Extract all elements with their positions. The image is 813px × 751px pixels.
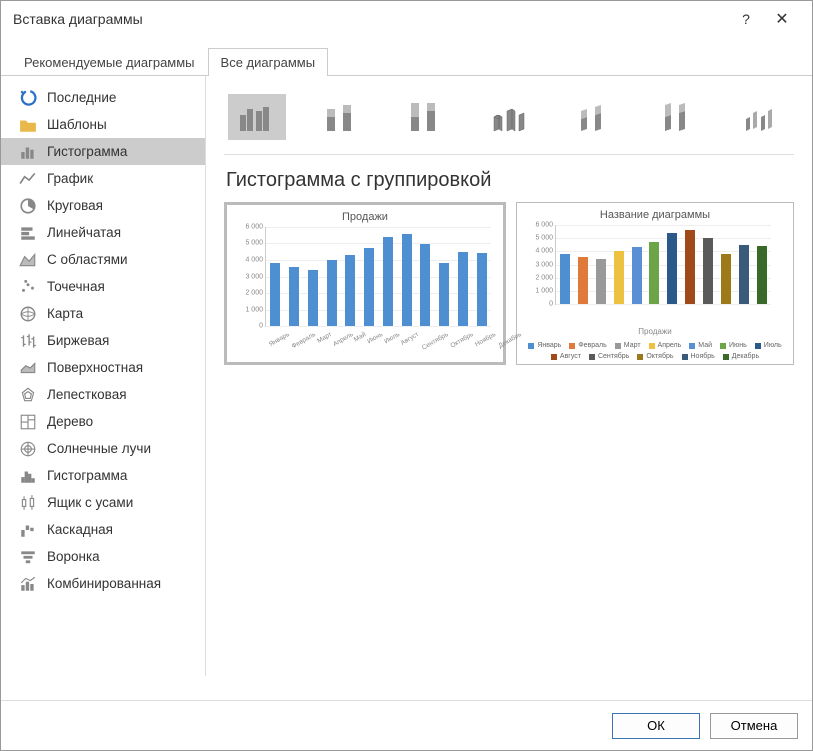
sidebar-label: Ящик с усами [47, 495, 133, 510]
sidebar-item-map[interactable]: Карта [1, 300, 205, 327]
sidebar-item-waterfall[interactable]: Каскадная [1, 516, 205, 543]
sidebar-item-templates[interactable]: Шаблоны [1, 111, 205, 138]
map-chart-icon [19, 305, 37, 323]
subtype-100-stacked-column[interactable] [396, 94, 454, 140]
waterfall-chart-icon [19, 521, 37, 539]
subtype-3d-100-stacked-column[interactable] [648, 94, 706, 140]
sidebar-item-area[interactable]: С областями [1, 246, 205, 273]
subtype-row [224, 88, 794, 155]
chart-previews: Продажи 01 0002 0003 0004 0005 0006 000Я… [224, 202, 794, 365]
subtype-3d-clustered-column[interactable] [480, 94, 538, 140]
sidebar-label: Дерево [47, 414, 93, 429]
sidebar-item-sunburst[interactable]: Солнечные лучи [1, 435, 205, 462]
ok-button[interactable]: ОК [612, 713, 700, 739]
tab-recommended[interactable]: Рекомендуемые диаграммы [11, 48, 208, 76]
sidebar-item-column[interactable]: Гистограмма [1, 138, 205, 165]
sidebar-item-combo[interactable]: Комбинированная [1, 570, 205, 597]
combo-chart-icon [19, 575, 37, 593]
sidebar-item-recent[interactable]: Последние [1, 84, 205, 111]
surface-chart-icon [19, 359, 37, 377]
folder-icon [19, 116, 37, 134]
scatter-chart-icon [19, 278, 37, 296]
funnel-chart-icon [19, 548, 37, 566]
tab-bar: Рекомендуемые диаграммы Все диаграммы [1, 47, 812, 76]
preview-title: Название диаграммы [525, 209, 785, 221]
subtype-clustered-column[interactable] [228, 94, 286, 140]
sidebar: Последние Шаблоны Гистограмма График Кру… [1, 76, 206, 676]
sidebar-item-scatter[interactable]: Точечная [1, 273, 205, 300]
boxwhisker-chart-icon [19, 494, 37, 512]
sidebar-label: График [47, 171, 93, 186]
sidebar-label: Гистограмма [47, 468, 127, 483]
sidebar-item-treemap[interactable]: Дерево [1, 408, 205, 435]
tab-all[interactable]: Все диаграммы [208, 48, 329, 76]
sidebar-label: Каскадная [47, 522, 113, 537]
sidebar-item-surface[interactable]: Поверхностная [1, 354, 205, 381]
sidebar-label: Солнечные лучи [47, 441, 151, 456]
help-button[interactable]: ? [728, 11, 764, 27]
sidebar-label: Линейчатая [47, 225, 121, 240]
pie-chart-icon [19, 197, 37, 215]
sidebar-label: Лепестковая [47, 387, 127, 402]
subtype-stacked-column[interactable] [312, 94, 370, 140]
main-panel: Гистограмма с группировкой Продажи 01 00… [206, 76, 812, 676]
sidebar-label: Точечная [47, 279, 105, 294]
histogram-chart-icon [19, 467, 37, 485]
preview2-xlabel: Продажи [525, 327, 785, 336]
sidebar-label: С областями [47, 252, 128, 267]
preview-title: Продажи [235, 211, 495, 223]
titlebar: Вставка диаграммы ? ✕ [1, 1, 812, 37]
recent-icon [19, 89, 37, 107]
sidebar-item-pie[interactable]: Круговая [1, 192, 205, 219]
sidebar-item-bar[interactable]: Линейчатая [1, 219, 205, 246]
sidebar-label: Комбинированная [47, 576, 161, 591]
area-chart-icon [19, 251, 37, 269]
chart-subtype-title: Гистограмма с группировкой [226, 169, 794, 192]
sidebar-label: Шаблоны [47, 117, 107, 132]
sidebar-item-boxwhisker[interactable]: Ящик с усами [1, 489, 205, 516]
dialog-title: Вставка диаграммы [13, 11, 728, 27]
sidebar-label: Воронка [47, 549, 100, 564]
sidebar-label: Круговая [47, 198, 103, 213]
column-chart-icon [19, 143, 37, 161]
radar-chart-icon [19, 386, 37, 404]
chart-preview-2[interactable]: Название диаграммы 01 0002 0003 0004 000… [516, 202, 794, 365]
legend: ЯнварьФевральМартАпрельМайИюньИюльАвгуст… [525, 342, 785, 360]
treemap-chart-icon [19, 413, 37, 431]
chart-preview-1[interactable]: Продажи 01 0002 0003 0004 0005 0006 000Я… [224, 202, 506, 365]
stock-chart-icon [19, 332, 37, 350]
close-button[interactable]: ✕ [764, 9, 800, 29]
sidebar-label: Гистограмма [47, 144, 127, 159]
footer: ОК Отмена [1, 700, 812, 750]
sunburst-chart-icon [19, 440, 37, 458]
subtype-3d-stacked-column[interactable] [564, 94, 622, 140]
sidebar-label: Поверхностная [47, 360, 143, 375]
sidebar-item-radar[interactable]: Лепестковая [1, 381, 205, 408]
subtype-3d-column[interactable] [732, 94, 790, 140]
bar-chart-icon [19, 224, 37, 242]
sidebar-item-histogram[interactable]: Гистограмма [1, 462, 205, 489]
sidebar-item-stock[interactable]: Биржевая [1, 327, 205, 354]
line-chart-icon [19, 170, 37, 188]
sidebar-item-line[interactable]: График [1, 165, 205, 192]
sidebar-label: Карта [47, 306, 83, 321]
cancel-button[interactable]: Отмена [710, 713, 798, 739]
sidebar-item-funnel[interactable]: Воронка [1, 543, 205, 570]
sidebar-label: Биржевая [47, 333, 109, 348]
sidebar-label: Последние [47, 90, 116, 105]
